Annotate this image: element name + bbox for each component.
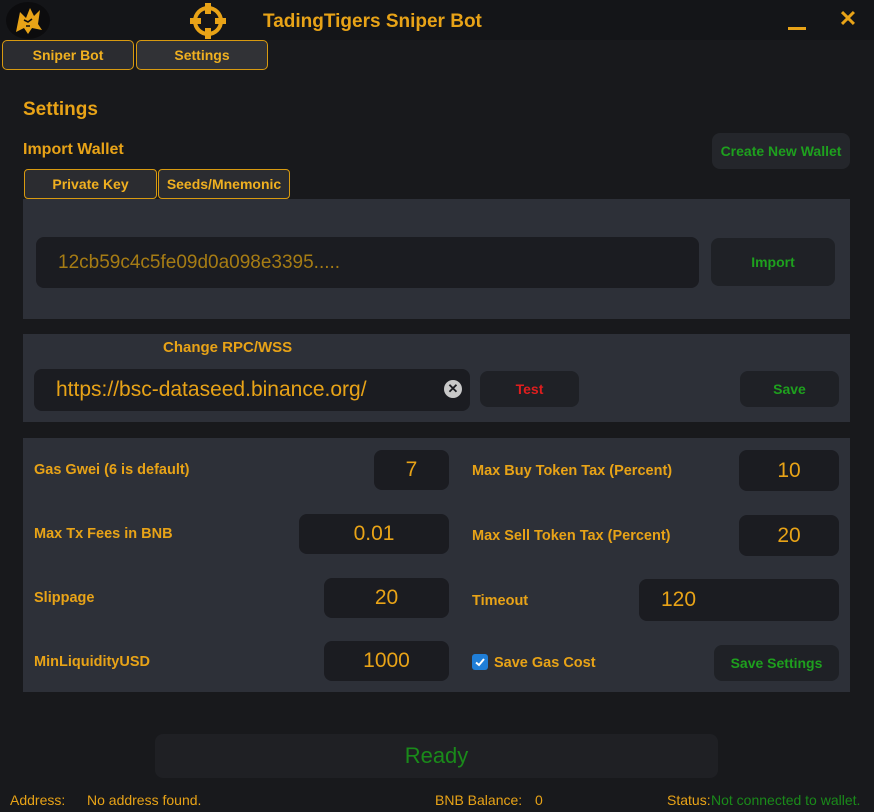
tab-sniper-bot[interactable]: Sniper Bot <box>2 40 134 70</box>
address-label: Address: <box>10 792 66 808</box>
status-bar: Address: No address found. BNB Balance: … <box>0 788 874 812</box>
max-sell-tax-input[interactable]: 20 <box>739 515 839 556</box>
save-settings-button[interactable]: Save Settings <box>714 645 839 681</box>
min-liquidity-label: MinLiquidityUSD <box>34 654 150 670</box>
address-value: No address found. <box>87 792 202 808</box>
private-key-input[interactable]: 12cb59c4c5fe09d0a098e3395..... <box>36 237 699 288</box>
max-buy-tax-label: Max Buy Token Tax (Percent) <box>472 463 673 479</box>
slippage-input[interactable]: 20 <box>324 578 449 618</box>
minimize-icon[interactable] <box>787 4 809 34</box>
gas-gwei-label: Gas Gwei (6 is default) <box>34 462 190 478</box>
checkmark-icon <box>475 658 485 667</box>
clear-icon[interactable]: ✕ <box>444 380 462 398</box>
max-tx-fees-input[interactable]: 0.01 <box>299 514 449 554</box>
ready-status: Ready <box>155 734 718 778</box>
min-liquidity-input[interactable]: 1000 <box>324 641 449 681</box>
save-gas-checkbox[interactable] <box>472 654 488 670</box>
subtab-seeds-mnemonic[interactable]: Seeds/Mnemonic <box>158 169 290 199</box>
max-buy-tax-input[interactable]: 10 <box>739 450 839 491</box>
test-rpc-button[interactable]: Test <box>480 371 579 407</box>
timeout-input[interactable]: 120 <box>639 579 839 621</box>
gas-gwei-input[interactable]: 7 <box>374 450 449 490</box>
max-tx-fees-label: Max Tx Fees in BNB <box>34 526 173 542</box>
save-rpc-button[interactable]: Save <box>740 371 839 407</box>
crosshair-icon <box>188 2 228 40</box>
window-title: TadingTigers Sniper Bot <box>263 11 482 32</box>
close-icon[interactable]: ✕ <box>836 6 860 32</box>
tiger-logo-icon <box>6 2 50 39</box>
timeout-label: Timeout <box>472 593 529 609</box>
status-value: Not connected to wallet. <box>711 792 861 808</box>
rpc-heading: Change RPC/WSS <box>163 339 293 356</box>
save-gas-label: Save Gas Cost <box>494 655 596 671</box>
status-label: Status: <box>667 792 711 808</box>
bnb-balance-value: 0 <box>535 792 543 808</box>
page-title: Settings <box>23 99 98 120</box>
import-button[interactable]: Import <box>711 238 835 286</box>
slippage-label: Slippage <box>34 590 95 606</box>
bnb-balance-label: BNB Balance: <box>435 792 523 808</box>
max-sell-tax-label: Max Sell Token Tax (Percent) <box>472 528 671 544</box>
create-new-wallet-button[interactable]: Create New Wallet <box>712 133 850 169</box>
subtab-private-key[interactable]: Private Key <box>24 169 157 199</box>
rpc-url-input[interactable]: https://bsc-dataseed.binance.org/ <box>34 369 470 411</box>
tab-settings[interactable]: Settings <box>136 40 268 70</box>
import-wallet-heading: Import Wallet <box>23 141 124 158</box>
